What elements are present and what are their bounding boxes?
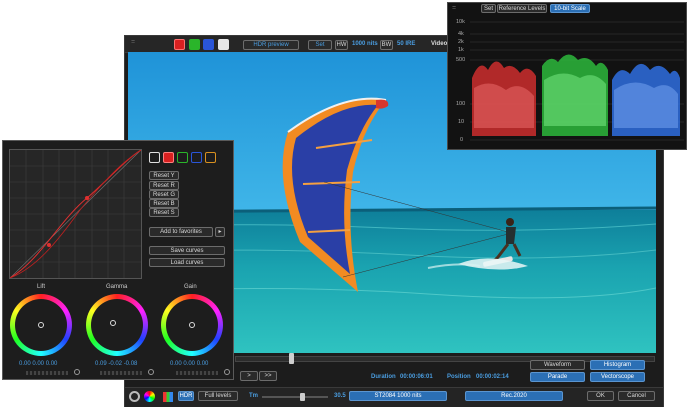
reset-b-button[interactable]: Reset B (149, 199, 179, 208)
full-levels-button[interactable]: Full levels (198, 391, 238, 401)
histogram-button[interactable]: Histogram (590, 360, 645, 370)
transfer-function-select[interactable]: ST2084 1000 nits (349, 391, 447, 401)
cancel-button[interactable]: Cancel (618, 391, 655, 401)
circle-settings-icon[interactable] (129, 391, 140, 402)
reference-levels-button[interactable]: Reference Levels (497, 4, 547, 13)
hdr-preview-button[interactable]: HDR preview (243, 40, 299, 50)
lift-master-slider[interactable] (26, 371, 68, 375)
ok-button[interactable]: OK (587, 391, 614, 401)
bw-button[interactable]: BW (380, 40, 393, 50)
lift-reset-icon[interactable] (74, 369, 80, 375)
green-channel-swatch[interactable] (189, 39, 200, 50)
tm-label: Tm (249, 393, 258, 399)
scope-tick-100: 100 (456, 101, 466, 107)
lift-label: Lift (37, 284, 46, 290)
scope-grip[interactable]: :::::::: (452, 5, 456, 11)
scope-tick-4k: 4k (458, 31, 464, 37)
gain-label: Gain (184, 284, 197, 290)
save-curves-button[interactable]: Save curves (149, 246, 225, 255)
next-frame-button[interactable]: > (240, 371, 258, 381)
scope-set-button[interactable]: Set (481, 4, 496, 13)
scope-tick-1k: 1k (458, 47, 464, 53)
curve-graph (9, 149, 142, 279)
curve-saturation-swatch[interactable] (205, 152, 216, 163)
gain-reset-icon[interactable] (224, 369, 230, 375)
reset-g-button[interactable]: Reset G (149, 190, 179, 199)
position-label: Position (447, 374, 471, 380)
red-channel-swatch[interactable] (174, 39, 185, 50)
parade-display (470, 21, 684, 141)
tm-slider-track[interactable] (262, 396, 328, 398)
gain-wheel-puck[interactable] (189, 322, 195, 328)
set-button[interactable]: Set (308, 40, 332, 50)
scope-graticule (470, 18, 684, 144)
curve-luma-swatch[interactable] (149, 152, 160, 163)
duration-label: Duration (371, 374, 396, 380)
gamma-wheel-puck[interactable] (110, 320, 116, 326)
grid-palette-icon[interactable] (163, 392, 173, 402)
scope-tick-2k: 2k (458, 39, 464, 45)
lift-values: 0.00 0.00 0.00 (19, 361, 58, 367)
playhead-handle[interactable] (289, 353, 294, 364)
curve-editor[interactable] (9, 149, 142, 279)
blue-channel-swatch[interactable] (203, 39, 214, 50)
curve-blue-swatch[interactable] (191, 152, 202, 163)
color-wheel-icon[interactable] (144, 391, 155, 402)
ire-value: 50 IRE (397, 41, 416, 47)
gain-values: 0.00 0.00 0.00 (170, 361, 209, 367)
favorites-arrow-button[interactable]: ▸ (215, 227, 225, 237)
scope-tick-500: 500 (456, 57, 466, 63)
tm-value: 30.5 (334, 393, 346, 399)
fast-forward-button[interactable]: >> (259, 371, 277, 381)
scope-tick-10: 10 (458, 119, 465, 125)
reset-r-button[interactable]: Reset R (149, 181, 179, 190)
gamma-label: Gamma (106, 284, 128, 290)
load-curves-button[interactable]: Load curves (149, 258, 225, 267)
parade-button[interactable]: Parade (530, 372, 585, 382)
gamma-master-slider[interactable] (100, 371, 142, 375)
video-label: Video (431, 41, 448, 47)
gamma-wheel-center (91, 299, 143, 351)
gamut-select[interactable]: Rec.2020 (465, 391, 563, 401)
scope-tick-0: 0 (460, 137, 464, 143)
nits-toggle-button[interactable]: HW (335, 40, 348, 50)
scope-tick-10k: 10k (456, 19, 465, 25)
gain-master-slider[interactable] (176, 371, 218, 375)
waveform-button[interactable]: Waveform (530, 360, 585, 370)
white-channel-swatch[interactable] (218, 39, 229, 50)
vectorscope-button[interactable]: Vectorscope (590, 372, 645, 382)
lift-wheel-puck[interactable] (38, 322, 44, 328)
nits-value: 1000 nits (352, 41, 378, 47)
gamma-reset-icon[interactable] (148, 369, 154, 375)
reset-y-button[interactable]: Reset Y (149, 171, 179, 180)
gamma-values: 0.09 -0.02 -0.08 (95, 361, 138, 367)
reset-s-button[interactable]: Reset S (149, 208, 179, 217)
position-value: 00:00:02:14 (476, 374, 509, 380)
add-to-favorites-button[interactable]: Add to favorites (149, 227, 213, 237)
tm-slider-handle[interactable] (300, 393, 305, 401)
curve-red-swatch[interactable] (163, 152, 174, 163)
hdr-toggle-button[interactable]: HDR (178, 391, 194, 401)
ten-bit-scale-button[interactable]: 10-bit Scale (550, 4, 590, 13)
duration-value: 00:00:06:01 (400, 374, 433, 380)
curve-green-swatch[interactable] (177, 152, 188, 163)
window-grip[interactable]: :::::::: (131, 39, 135, 45)
